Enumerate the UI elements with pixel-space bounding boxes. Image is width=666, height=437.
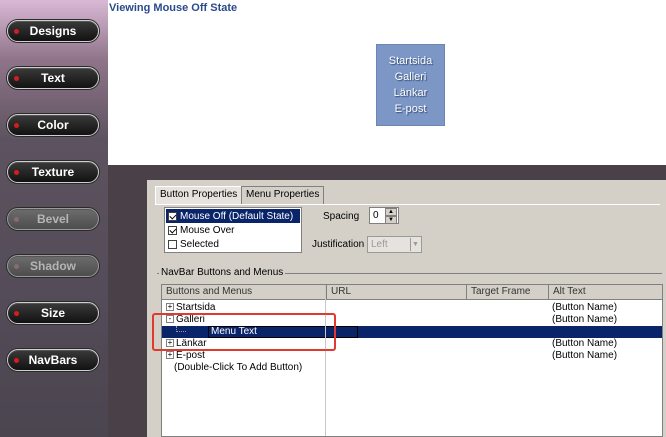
texture-button-label: Texture [31, 165, 75, 179]
preview-title: Viewing Mouse Off State [109, 2, 238, 14]
left-toolbar: Designs Text Color Texture Bevel Shadow … [0, 0, 108, 437]
designs-button[interactable]: Designs [7, 20, 99, 42]
state-row-mouse-over[interactable]: Mouse Over [166, 223, 300, 237]
preview-menu-item: Galleri [394, 71, 427, 83]
row-name: Startsida [176, 302, 216, 313]
row-name: E-post [176, 350, 205, 361]
justification-label: Justification [312, 239, 365, 250]
row-alt-text: (Button Name) [552, 302, 618, 313]
row-alt-text: (Button Name) [552, 314, 618, 325]
column-header[interactable]: URL [327, 285, 467, 300]
state-row-mouse-off[interactable]: Mouse Off (Default State) [166, 209, 300, 223]
table-row-add[interactable]: (Double-Click To Add Button) [162, 362, 662, 374]
preview-menu-item: Startsida [388, 55, 433, 67]
color-button-label: Color [37, 118, 69, 132]
color-button[interactable]: Color [7, 114, 99, 136]
spin-up-icon[interactable]: ▲ [385, 208, 397, 216]
checkbox-mouse-off[interactable] [168, 211, 177, 221]
group-title: NavBar Buttons and Menus [159, 267, 286, 278]
navbars-button[interactable]: NavBars [7, 349, 99, 371]
state-label: Mouse Over [180, 224, 235, 236]
column-header[interactable]: Alt Text [549, 285, 664, 300]
grid-header: Buttons and Menus URL Target Frame Alt T… [162, 285, 662, 300]
row-alt-text: (Button Name) [552, 338, 618, 349]
chevron-down-icon[interactable]: ▼ [410, 238, 420, 251]
bullet-icon [14, 264, 19, 269]
text-button-label: Text [41, 71, 65, 85]
tab-menu-properties[interactable]: Menu Properties [241, 186, 325, 204]
preview-pane: Viewing Mouse Off State Startsida Galler… [108, 0, 666, 165]
expand-icon[interactable]: + [166, 351, 174, 360]
shadow-button[interactable]: Shadow [7, 255, 99, 277]
navbars-button-label: NavBars [28, 353, 78, 367]
bullet-icon [14, 76, 19, 81]
bullet-icon [14, 123, 19, 128]
bullet-icon [14, 170, 19, 175]
tab-divider [155, 204, 660, 205]
size-button-label: Size [40, 306, 65, 320]
expand-icon[interactable]: + [166, 303, 174, 312]
designs-button-label: Designs [29, 24, 77, 38]
texture-button[interactable]: Texture [7, 161, 99, 183]
justification-select[interactable]: Left ▼ [367, 236, 422, 253]
navbar-dialog: Button Properties Menu Properties Mouse … [147, 180, 666, 437]
text-button[interactable]: Text [7, 67, 99, 89]
buttons-grid[interactable]: Buttons and Menus URL Target Frame Alt T… [161, 284, 663, 437]
table-row[interactable]: + E-post (Button Name) [162, 350, 662, 362]
bullet-icon [14, 311, 19, 316]
row-alt-text: (Button Name) [552, 350, 618, 361]
spacing-label: Spacing [323, 211, 360, 222]
size-button[interactable]: Size [7, 302, 99, 324]
navbar-preview: Startsida Galleri Länkar E-post [376, 44, 445, 126]
checkbox-selected[interactable] [168, 239, 177, 249]
row-name: (Double-Click To Add Button) [174, 362, 303, 373]
tab-button-properties[interactable]: Button Properties [155, 186, 243, 204]
bevel-button[interactable]: Bevel [7, 208, 99, 230]
preview-menu-item: Länkar [393, 87, 428, 99]
callout-highlight [152, 313, 336, 351]
shadow-button-label: Shadow [29, 259, 76, 273]
bevel-button-label: Bevel [36, 212, 70, 226]
column-divider [325, 285, 326, 436]
column-header[interactable]: Target Frame [467, 285, 549, 300]
spin-down-icon[interactable]: ▼ [385, 216, 397, 224]
state-label: Mouse Off (Default State) [180, 210, 294, 222]
bullet-icon [14, 358, 19, 363]
bullet-icon [14, 29, 19, 34]
bullet-icon [14, 217, 19, 222]
spacing-value: 0 [373, 210, 379, 221]
justification-value: Left [371, 239, 388, 250]
state-label: Selected [180, 238, 219, 250]
column-header[interactable]: Buttons and Menus [162, 285, 327, 300]
state-row-selected[interactable]: Selected [166, 237, 300, 251]
checkbox-mouse-over[interactable] [168, 225, 177, 235]
preview-menu-item: E-post [394, 103, 427, 115]
state-list[interactable]: Mouse Off (Default State) Mouse Over Sel… [164, 207, 302, 253]
